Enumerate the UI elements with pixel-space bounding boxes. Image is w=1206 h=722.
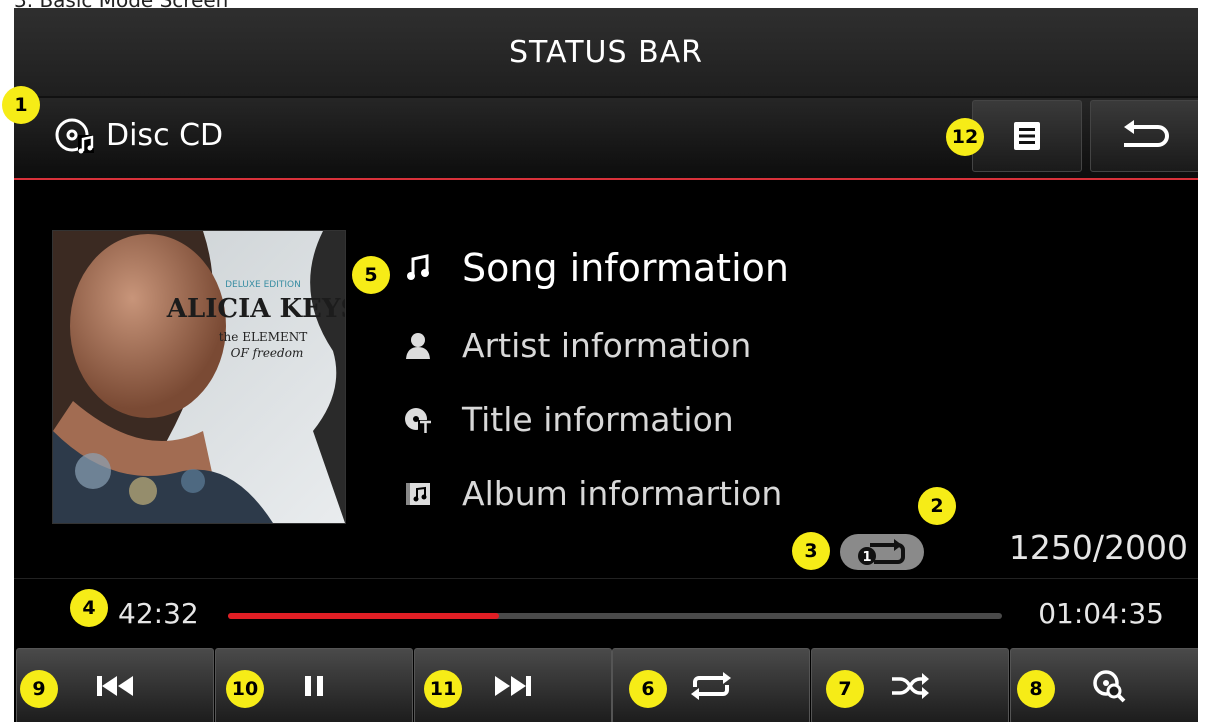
- callout-6: 6: [629, 670, 667, 708]
- next-track-icon: [495, 676, 531, 696]
- pause-icon: [305, 676, 323, 696]
- list-button[interactable]: [972, 100, 1082, 172]
- total-time: 01:04:35: [1038, 597, 1164, 630]
- album-info: Album informartion: [462, 474, 783, 513]
- progress-fill: [228, 613, 499, 619]
- callout-12: 12: [946, 118, 984, 156]
- callout-3: 3: [792, 532, 830, 570]
- repeat-one-icon: 1: [858, 539, 905, 565]
- list-icon: [1014, 122, 1040, 150]
- person-icon: [402, 330, 434, 362]
- search-disc-icon: [1093, 670, 1126, 703]
- callout-1: 1: [2, 86, 40, 124]
- callout-2: 2: [918, 487, 956, 525]
- callout-4: 4: [70, 589, 108, 627]
- cover-subtitle: DELUXE EDITION: [225, 280, 301, 290]
- album-row: Album informartion: [402, 474, 782, 513]
- elapsed-time: 42:32: [118, 597, 199, 630]
- title-bar: Disc CD: [14, 98, 1198, 180]
- artist-row: Artist information: [402, 326, 751, 365]
- repeat-icon: [691, 672, 731, 700]
- callout-8: 8: [1017, 670, 1055, 708]
- album-cover-image: DELUXE EDITION ALICIA KEYS the ELEMENT O…: [53, 231, 345, 523]
- status-bar: STATUS BAR: [14, 8, 1198, 98]
- cover-album-line2: OF freedom: [231, 346, 304, 360]
- album-icon: [402, 478, 434, 510]
- callout-7: 7: [826, 670, 864, 708]
- cover-album-line1: the ELEMENT: [219, 330, 308, 344]
- repeat-one-status: 1: [840, 534, 924, 570]
- svg-text:1: 1: [862, 550, 871, 565]
- callout-5: 5: [352, 256, 390, 294]
- callout-11: 11: [424, 670, 462, 708]
- previous-track-icon: [97, 676, 133, 696]
- back-button[interactable]: [1090, 100, 1198, 172]
- disc-title-icon: [402, 404, 434, 436]
- artist-info: Artist information: [462, 326, 752, 365]
- disc-music-icon: [55, 118, 94, 154]
- track-count: 1250/2000: [1008, 528, 1188, 567]
- progress-bar[interactable]: [228, 613, 1002, 619]
- head-unit-screen: STATUS BAR Disc CD DELUXE EDITION ALICIA…: [14, 8, 1198, 722]
- media-source: Disc CD: [54, 115, 223, 155]
- title-row: Title information: [402, 400, 734, 439]
- progress-area: 42:32 01:04:35: [14, 578, 1198, 649]
- album-art: DELUXE EDITION ALICIA KEYS the ELEMENT O…: [52, 230, 346, 524]
- callout-9: 9: [20, 670, 58, 708]
- cover-artist: ALICIA KEYS: [166, 294, 345, 324]
- back-arrow-icon: [1124, 120, 1169, 147]
- music-note-icon: [402, 252, 434, 284]
- source-label: Disc CD: [106, 117, 224, 153]
- callout-10: 10: [226, 670, 264, 708]
- status-bar-label: STATUS BAR: [508, 34, 704, 70]
- song-info: Song information: [462, 246, 789, 290]
- shuffle-icon: [892, 673, 929, 699]
- title-info: Title information: [462, 400, 734, 439]
- song-row: Song information: [402, 246, 789, 290]
